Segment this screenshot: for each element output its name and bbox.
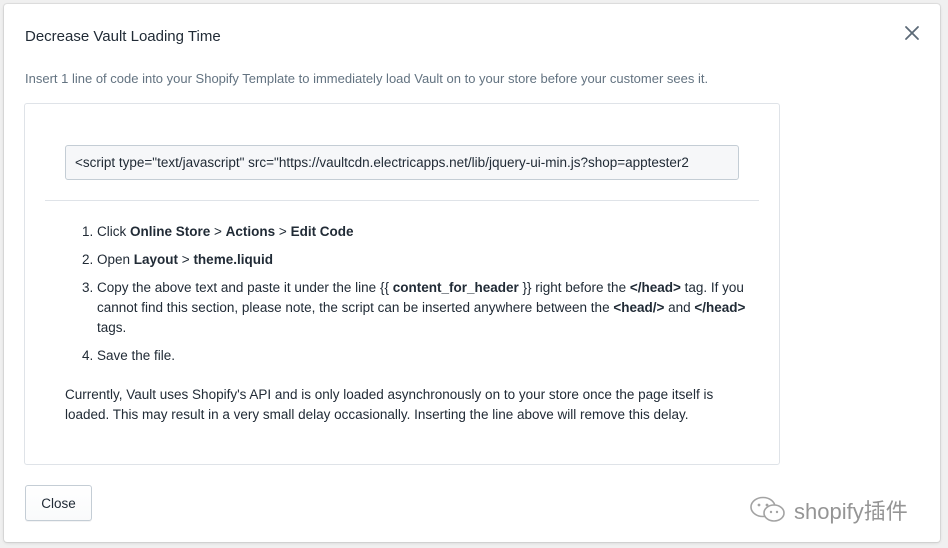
modal-title: Decrease Vault Loading Time — [25, 28, 221, 45]
wechat-icon — [750, 496, 785, 522]
code-snippet-field[interactable]: <script type="text/javascript" src="http… — [65, 145, 739, 180]
close-button[interactable]: Close — [25, 485, 92, 521]
modal-dialog: Decrease Vault Loading Time Insert 1 lin… — [4, 4, 940, 542]
list-item: Open Layout > theme.liquid — [97, 250, 767, 270]
close-icon[interactable] — [901, 22, 923, 44]
list-item: Copy the above text and paste it under t… — [97, 278, 767, 338]
list-item: Save the file. — [97, 346, 767, 366]
divider — [45, 200, 759, 201]
list-item: Click Online Store > Actions > Edit Code — [97, 222, 767, 242]
steps-list: Click Online Store > Actions > Edit Code… — [80, 222, 767, 374]
intro-text: Insert 1 line of code into your Shopify … — [25, 71, 709, 86]
watermark-text: shopify插件 — [794, 499, 908, 524]
instructions-panel: <script type="text/javascript" src="http… — [24, 103, 780, 465]
note-text: Currently, Vault uses Shopify's API and … — [65, 387, 714, 422]
watermark: shopify插件 — [748, 494, 908, 526]
